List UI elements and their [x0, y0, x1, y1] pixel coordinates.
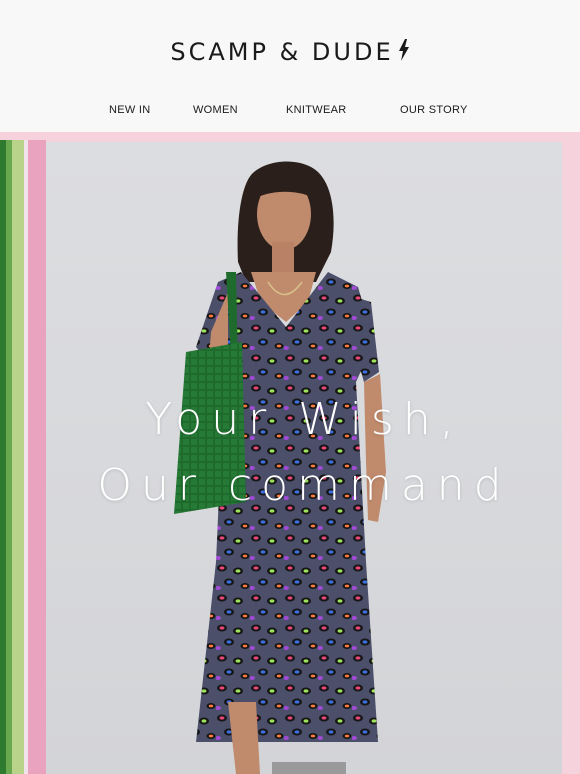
lightning-bolt-icon: [398, 39, 410, 67]
hero-banner[interactable]: Your Wish, Our command: [0, 132, 580, 774]
hero-headline-line2: Our command: [97, 460, 511, 511]
email-header: SCAMP & DUDE NEW IN WOMEN KNITWEAR OUR S…: [0, 0, 580, 132]
stripe-pink: [28, 140, 46, 774]
nav-item-new-in[interactable]: NEW IN: [109, 104, 151, 116]
nav-item-women[interactable]: WOMEN: [193, 104, 238, 116]
model-in-leopard-dress-image: [174, 161, 386, 774]
brand-logo[interactable]: SCAMP & DUDE: [0, 38, 580, 67]
stripe-lime: [12, 140, 24, 774]
hero-headline-line1: Your Wish,: [145, 394, 463, 445]
nav-item-knitwear[interactable]: KNITWEAR: [286, 104, 346, 116]
main-nav: NEW IN WOMEN KNITWEAR OUR STORY: [0, 104, 580, 120]
nav-item-our-story[interactable]: OUR STORY: [400, 104, 468, 116]
brand-name: SCAMP & DUDE: [170, 38, 394, 66]
